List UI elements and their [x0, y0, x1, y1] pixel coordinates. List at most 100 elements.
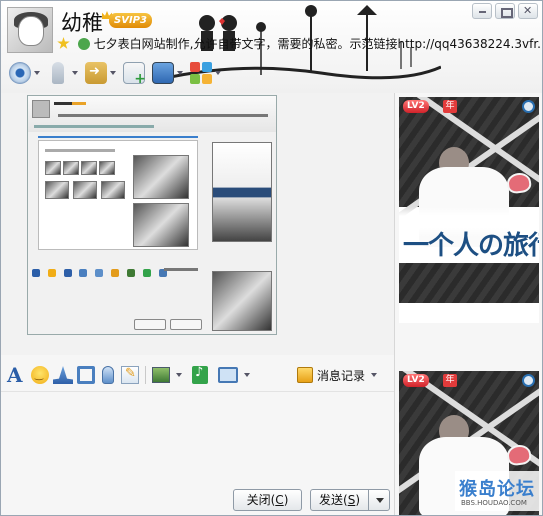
contact-nickname[interactable]: 幼稚 [61, 7, 103, 37]
screenshot-photo [133, 203, 189, 247]
signature-row: 七夕表白网站制作,允许自带文字，需要的私密。示范链接http://qq43638… [57, 35, 541, 53]
remote-assist-button[interactable] [150, 59, 185, 87]
toolbar-separator [145, 366, 146, 384]
contact-show-panel: 一个人の旅行 LV2 年 LV2 年 猴岛论坛 BBS.HOUDAO.COM [394, 93, 542, 515]
heart-sticker-icon [505, 443, 533, 467]
music-icon[interactable] [192, 365, 208, 384]
chevron-down-icon[interactable] [176, 373, 182, 377]
show-photo-bottom[interactable]: LV2 年 猴岛论坛 BBS.HOUDAO.COM [399, 371, 539, 515]
close-window-button[interactable] [518, 3, 538, 19]
chevron-down-icon[interactable] [34, 71, 40, 75]
screenshot-thumb [73, 181, 97, 199]
send-file-button[interactable] [83, 59, 118, 87]
screenshot-dot [47, 269, 56, 277]
voice-message-icon[interactable] [102, 366, 114, 384]
send-image-icon[interactable] [152, 367, 170, 383]
level-badge[interactable]: LV2 [403, 100, 429, 113]
screenshot-dot [126, 269, 135, 277]
top-toolbar [7, 59, 223, 87]
camera-icon [9, 62, 31, 84]
photo-caption: 一个人の旅行 [403, 231, 539, 261]
year-badge[interactable]: 年 [443, 100, 457, 113]
contact-signature: 七夕表白网站制作,允许自带文字，需要的私密。示范链接http://qq43638… [93, 37, 541, 51]
status-icon [77, 37, 90, 50]
screenshot-link-line [38, 136, 198, 138]
send-options-button[interactable] [368, 489, 390, 511]
emoji-icon[interactable] [31, 366, 49, 384]
message-history-button[interactable]: 消息记录 [297, 365, 378, 385]
avatar-face [18, 16, 44, 46]
send-label: 发送( [319, 493, 348, 507]
create-discussion-button[interactable] [121, 59, 147, 87]
apps-tile-red [190, 62, 200, 72]
minimize-button[interactable] [472, 3, 492, 19]
chat-header: 幼稚 SVIP3 七夕表白网站制作,允许自带文字，需要的私密。示范链接http:… [1, 1, 542, 93]
screen-share-icon[interactable] [218, 367, 238, 383]
screenshot-show-photo [212, 271, 272, 331]
chevron-down-icon[interactable] [177, 71, 183, 75]
vip-badge[interactable]: SVIP3 [109, 13, 152, 28]
remote-assist-icon [152, 62, 174, 84]
close-label-suffix: ) [283, 493, 289, 507]
received-screenshot-image[interactable] [27, 95, 277, 335]
year-badge[interactable]: 年 [443, 374, 457, 387]
forum-watermark-url: BBS.HOUDAO.COM [461, 499, 527, 507]
magic-expression-icon[interactable] [53, 366, 73, 384]
screenshot-capture-icon[interactable] [77, 366, 95, 384]
level-badge[interactable]: LV2 [403, 374, 429, 387]
chevron-down-icon[interactable] [110, 71, 116, 75]
voice-call-button[interactable] [45, 59, 80, 87]
send-button[interactable]: 发送(S) [310, 489, 369, 511]
window-controls [472, 3, 538, 19]
screenshot-text-line [45, 149, 115, 152]
screenshot-dot [142, 269, 151, 277]
chevron-down-icon[interactable] [72, 71, 78, 75]
screenshot-dot [63, 269, 72, 277]
font-button[interactable]: A [7, 363, 27, 387]
zoom-icon[interactable] [522, 100, 535, 113]
chevron-down-icon[interactable] [371, 373, 378, 377]
send-label-suffix: ) [355, 493, 360, 507]
microphone-icon [52, 62, 64, 84]
apps-button[interactable] [188, 59, 223, 87]
screenshot-close-button [134, 319, 166, 330]
screenshot-thumb [45, 161, 61, 175]
screenshot-avatar [32, 100, 50, 118]
message-history[interactable] [1, 93, 394, 355]
chevron-down-icon[interactable] [215, 71, 221, 75]
message-history-label: 消息记录 [317, 368, 366, 383]
maximize-button[interactable] [495, 3, 515, 19]
screenshot-vip-line [72, 102, 86, 105]
screenshot-nickname-line [54, 102, 74, 105]
doodle-icon[interactable] [121, 366, 139, 384]
create-discussion-icon [123, 62, 146, 87]
show-photo-top[interactable]: 一个人の旅行 LV2 年 [399, 97, 539, 323]
video-call-button[interactable] [7, 59, 42, 87]
screenshot-thumb [45, 181, 69, 199]
screenshot-chat-body [38, 140, 198, 250]
screenshot-thumb [99, 161, 115, 175]
message-input[interactable] [1, 391, 394, 479]
close-button[interactable]: 关闭(C) [233, 489, 302, 511]
contact-avatar[interactable] [7, 7, 53, 53]
screenshot-history-label [164, 268, 198, 271]
screenshot-show-photo [212, 142, 272, 242]
apps-tile-green [190, 74, 200, 84]
screenshot-photo [133, 155, 189, 199]
star-icon[interactable] [57, 37, 70, 49]
screenshot-dot [111, 269, 120, 277]
screenshot-dot [32, 269, 40, 277]
screenshot-thumb [63, 161, 79, 175]
screenshot-thumb [101, 181, 125, 199]
zoom-icon[interactable] [522, 374, 535, 387]
apps-icon [190, 62, 212, 84]
screenshot-thumb [81, 161, 97, 175]
screenshot-signature-line [58, 114, 268, 117]
screenshot-toolbar-line [34, 125, 154, 128]
chevron-down-icon[interactable] [244, 373, 250, 377]
screenshot-dot [95, 269, 104, 277]
history-icon [297, 367, 313, 383]
close-label: 关闭( [246, 493, 276, 507]
apps-tile-blue [202, 62, 212, 72]
screenshot-header [28, 96, 276, 132]
